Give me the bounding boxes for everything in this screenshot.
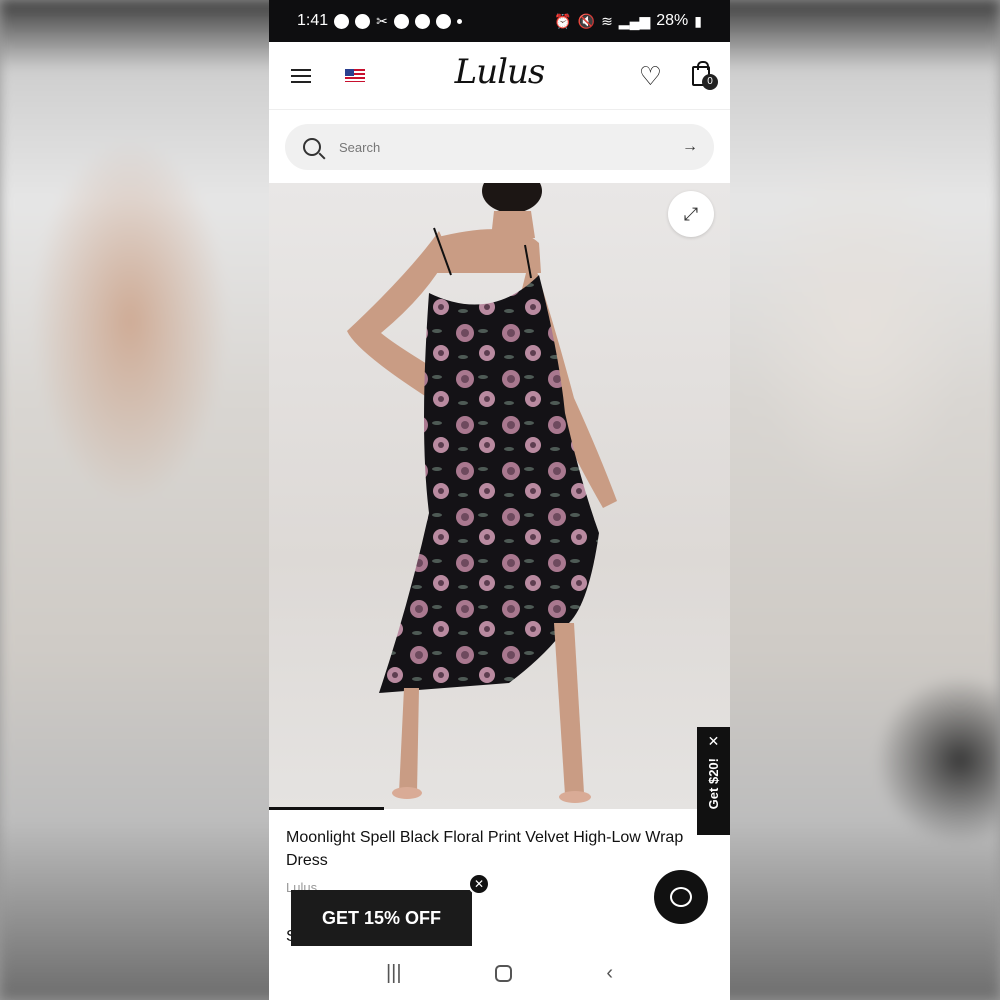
product-image[interactable]: ⤢ bbox=[269, 183, 730, 809]
get-15-off-banner[interactable]: GET 15% OFF bbox=[291, 890, 472, 946]
android-nav-bar: ||| ‹ bbox=[269, 946, 730, 1000]
search-submit-arrow-icon[interactable]: → bbox=[682, 138, 698, 156]
side-promo-label[interactable]: Get $20! bbox=[706, 758, 721, 809]
search-input[interactable] bbox=[339, 139, 682, 155]
battery-level: 28% bbox=[656, 12, 689, 29]
site-header: Lulus ♡ 0 bbox=[269, 42, 730, 110]
wishlist-heart-icon[interactable]: ♡ bbox=[639, 63, 662, 89]
more-notifications-icon bbox=[456, 18, 462, 24]
pinterest-icon bbox=[393, 13, 409, 29]
alarm-icon: ⏰ bbox=[554, 12, 572, 29]
shopping-bag-icon[interactable]: 0 bbox=[692, 60, 718, 90]
app-notification-icon bbox=[435, 13, 451, 29]
missed-call-icon: ✂ bbox=[376, 12, 388, 29]
product-title: Moonlight Spell Black Floral Print Velve… bbox=[286, 829, 684, 869]
dress-model-illustration bbox=[347, 183, 617, 803]
product-info: Moonlight Spell Black Floral Print Velve… bbox=[286, 826, 700, 895]
close-promo-icon[interactable]: ✕ bbox=[468, 873, 490, 895]
status-bar: 1:41 ✂ ⏰ 🔇 ≋ ▂▄▆ 28% ▮ bbox=[269, 0, 730, 42]
home-icon[interactable] bbox=[495, 964, 513, 982]
expand-image-icon[interactable]: ⤢ bbox=[668, 191, 714, 237]
signal-icon: ▂▄▆ bbox=[618, 12, 651, 29]
search-icon bbox=[303, 138, 321, 156]
status-time: 1:41 bbox=[297, 12, 329, 29]
chat-icon bbox=[355, 13, 371, 29]
wifi-icon: ≋ bbox=[601, 12, 613, 29]
recent-apps-icon[interactable]: ||| bbox=[386, 962, 402, 985]
phone-screen: 1:41 ✂ ⏰ 🔇 ≋ ▂▄▆ 28% ▮ Lulus ♡ 0 Search … bbox=[269, 0, 730, 1000]
back-icon[interactable]: ‹ bbox=[606, 962, 613, 985]
account-icon bbox=[414, 13, 430, 29]
mute-icon: 🔇 bbox=[577, 12, 596, 29]
chat-bubble-icon bbox=[670, 887, 692, 907]
menu-icon[interactable] bbox=[291, 68, 311, 83]
get-20-side-tab[interactable]: ✕ Get $20! bbox=[697, 727, 730, 835]
close-icon[interactable]: ✕ bbox=[708, 733, 720, 750]
message-icon bbox=[334, 13, 350, 29]
chat-button[interactable] bbox=[654, 870, 708, 924]
image-slide-indicator bbox=[269, 807, 384, 810]
search-bar[interactable]: → bbox=[285, 124, 714, 170]
lulus-logo[interactable]: Lulus bbox=[455, 52, 546, 92]
battery-icon: ▮ bbox=[694, 12, 702, 29]
us-flag-icon[interactable] bbox=[345, 69, 365, 82]
cart-count-badge: 0 bbox=[702, 73, 718, 90]
